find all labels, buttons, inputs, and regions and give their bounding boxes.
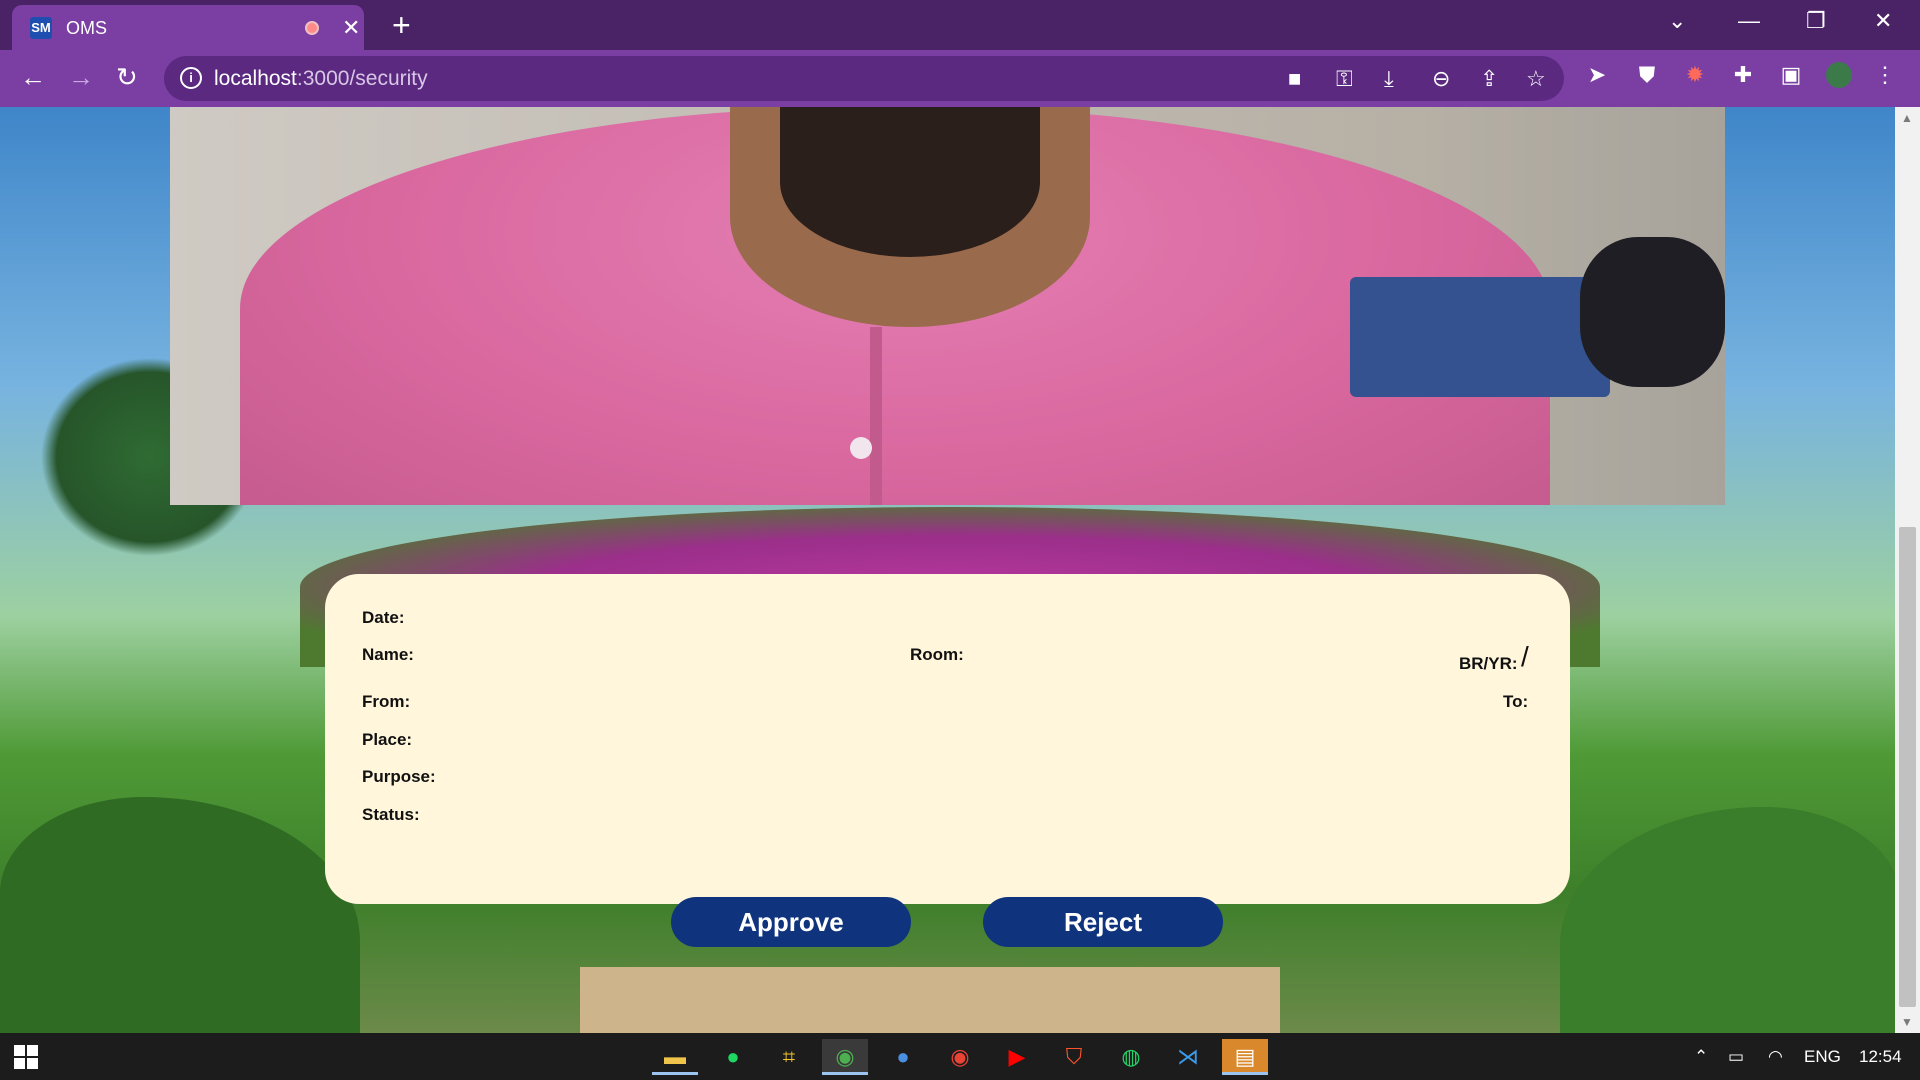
windows-start-icon[interactable] <box>14 1045 38 1069</box>
share-icon[interactable]: ⇪ <box>1480 66 1498 92</box>
whatsapp-icon[interactable]: ◍ <box>1108 1039 1154 1075</box>
restore-icon[interactable]: ❐ <box>1806 8 1826 34</box>
webcam-shirt-button <box>850 437 872 459</box>
close-window-icon[interactable]: ✕ <box>1874 8 1892 34</box>
bush-right-scenery <box>1560 807 1895 1033</box>
browser-tab[interactable]: SM OMS ✕ <box>12 5 364 50</box>
webcam-bed <box>1350 277 1610 397</box>
red-extension-icon[interactable]: ✹ <box>1682 62 1708 88</box>
file-explorer-icon[interactable]: ▬ <box>652 1039 698 1075</box>
camera-icon[interactable]: ■ <box>1288 66 1301 92</box>
youtube-icon[interactable]: ▶ <box>994 1039 1040 1075</box>
key-icon[interactable]: ⚿ <box>1336 66 1353 92</box>
name-label: Name: <box>362 645 414 664</box>
approve-button[interactable]: Approve <box>671 897 911 947</box>
purpose-label: Purpose: <box>362 767 436 786</box>
reload-icon[interactable]: ↻ <box>116 62 138 93</box>
address-bar[interactable]: i localhost:3000/security ■ ⚿ ⤓ ⊖ ⇪ ☆ <box>164 56 1564 101</box>
new-tab-icon[interactable]: + <box>392 7 411 44</box>
minimize-icon[interactable]: — <box>1738 8 1760 34</box>
git-tool-icon[interactable]: ⌗ <box>766 1039 812 1075</box>
windows-taskbar: ▬ ● ⌗ ◉ ● ◉ ▶ ⛉ ◍ ⋊ ▤ ⌃ ▭ ◠ ENG 12:54 <box>0 1033 1920 1080</box>
brave-icon[interactable]: ⛉ <box>1051 1039 1097 1075</box>
scroll-up-icon[interactable]: ▲ <box>1901 111 1913 125</box>
chrome-icon[interactable]: ◉ <box>822 1039 868 1075</box>
profile-avatar[interactable] <box>1826 62 1852 88</box>
reject-button[interactable]: Reject <box>983 897 1223 947</box>
webcam-shirt-placket <box>870 327 882 505</box>
menu-dots-icon[interactable]: ⋮ <box>1872 62 1898 88</box>
side-panel-icon[interactable]: ▣ <box>1778 62 1804 88</box>
app-icon[interactable]: ▤ <box>1222 1039 1268 1075</box>
spotify-web-icon[interactable]: ● <box>880 1039 926 1075</box>
scroll-thumb[interactable] <box>1899 527 1916 1007</box>
tab-favicon-icon: SM <box>30 17 52 39</box>
webcam-bag <box>1580 237 1725 387</box>
zoom-icon[interactable]: ⊖ <box>1432 66 1450 92</box>
spotify-icon[interactable]: ● <box>710 1039 756 1075</box>
url-text[interactable]: localhost:3000/security <box>214 67 428 91</box>
page-viewport: Date: Name: Room: BR/YR: / From: To: Pla… <box>0 107 1895 1033</box>
room-label: Room: <box>910 645 964 664</box>
browser-tab-bar: SM OMS ✕ + ⌄ — ❐ ✕ <box>0 0 1920 50</box>
clock[interactable]: 12:54 <box>1859 1047 1902 1067</box>
bush-left-scenery <box>0 797 360 1033</box>
tab-title: OMS <box>66 18 108 38</box>
garden-path-scenery <box>580 967 1280 1033</box>
install-icon[interactable]: ⤓ <box>1384 66 1394 92</box>
back-icon[interactable]: ← <box>20 62 46 93</box>
chrome-profile-icon[interactable]: ◉ <box>937 1039 983 1075</box>
language-indicator[interactable]: ENG <box>1804 1047 1841 1067</box>
recording-indicator-icon <box>305 21 319 35</box>
wifi-icon[interactable]: ◠ <box>1768 1047 1783 1067</box>
place-label: Place: <box>362 730 413 749</box>
bookmark-star-icon[interactable]: ☆ <box>1526 66 1546 92</box>
to-label: To: <box>1503 692 1529 711</box>
cursor-extension-icon[interactable]: ➤ <box>1584 62 1610 88</box>
page-scrollbar[interactable]: ▲ ▼ <box>1895 107 1920 1033</box>
webcam-beard <box>780 107 1040 257</box>
status-label: Status: <box>362 805 420 824</box>
tray-chevron-icon[interactable]: ⌃ <box>1694 1047 1708 1067</box>
forward-icon[interactable]: → <box>68 62 94 93</box>
bryr-label: BR/YR: <box>1459 654 1518 673</box>
ublock-extension-icon[interactable]: ⛊ <box>1634 62 1660 88</box>
bryr-value: / <box>1521 641 1529 672</box>
tab-search-icon[interactable]: ⌄ <box>1668 8 1686 34</box>
browser-toolbar: ← → ↻ i localhost:3000/security ■ ⚿ ⤓ ⊖ … <box>0 50 1920 107</box>
tab-close-icon[interactable]: ✕ <box>342 15 360 41</box>
site-info-icon[interactable]: i <box>180 67 202 89</box>
webcam-feed <box>170 107 1725 505</box>
extensions-puzzle-icon[interactable]: ✚ <box>1730 62 1756 88</box>
battery-icon[interactable]: ▭ <box>1728 1047 1744 1067</box>
scroll-down-icon[interactable]: ▼ <box>1901 1015 1913 1029</box>
vscode-icon[interactable]: ⋊ <box>1165 1039 1211 1075</box>
from-label: From: <box>362 692 411 711</box>
outpass-card: Date: Name: Room: BR/YR: / From: To: Pla… <box>325 574 1570 947</box>
date-label: Date: <box>362 608 405 627</box>
